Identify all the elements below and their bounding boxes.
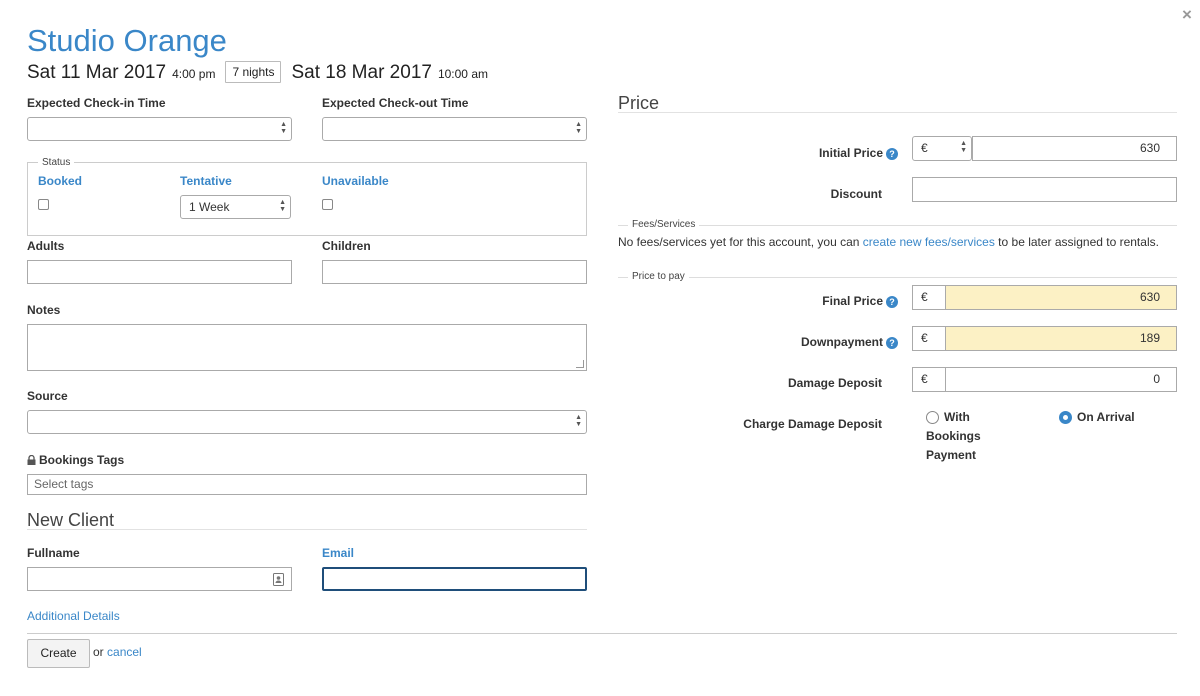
checkin-time: 4:00 pm: [172, 67, 216, 81]
price-to-pay-legend: Price to pay: [628, 271, 689, 282]
price-divider: [618, 112, 1177, 113]
children-label: Children: [322, 239, 371, 253]
final-price-input[interactable]: 630: [945, 285, 1177, 310]
close-icon[interactable]: ×: [1182, 6, 1192, 23]
select-arrows-icon: ▲ ▼: [960, 140, 967, 154]
select-arrows-icon: ▲ ▼: [575, 414, 582, 428]
initial-price-label: Initial Price: [818, 146, 883, 160]
currency-value: €: [921, 141, 928, 155]
notes-textarea[interactable]: [27, 324, 587, 371]
initial-price-label-row: Initial Price?: [700, 146, 898, 160]
footer-divider: [27, 633, 1177, 634]
children-input[interactable]: [322, 260, 587, 284]
radio-on-arrival[interactable]: [1059, 411, 1072, 424]
source-select[interactable]: ▲ ▼: [27, 410, 587, 434]
new-client-divider: [27, 529, 587, 530]
select-arrows-icon: ▲ ▼: [279, 199, 286, 213]
fees-text-after: to be later assigned to rentals.: [994, 235, 1159, 249]
fees-text-before: No fees/services yet for this account, y…: [618, 235, 863, 249]
final-price-label-row: Final Price?: [700, 294, 898, 308]
currency-addon: €: [912, 326, 946, 351]
cancel-link[interactable]: cancel: [107, 645, 142, 659]
booking-dates: Sat 11 Mar 2017 4:00 pm 7 nights Sat 18 …: [27, 61, 488, 88]
help-icon[interactable]: ?: [886, 295, 898, 308]
with-bookings-payment-label[interactable]: With Bookings Payment: [926, 408, 990, 465]
final-price-label: Final Price: [822, 294, 883, 308]
fees-legend: Fees/Services: [628, 219, 700, 230]
create-button[interactable]: Create: [27, 639, 90, 668]
currency-select[interactable]: € ▲ ▼: [912, 136, 972, 161]
status-booked-checkbox[interactable]: [38, 199, 49, 210]
rental-title: Studio Orange: [27, 23, 227, 58]
help-icon[interactable]: ?: [886, 147, 898, 160]
tags-label: Bookings Tags: [39, 453, 125, 467]
lock-icon: [27, 455, 36, 465]
fullname-input[interactable]: [27, 567, 292, 591]
damage-deposit-input[interactable]: 0: [945, 367, 1177, 392]
footer-actions: or cancel: [93, 645, 142, 659]
currency-addon: €: [912, 285, 946, 310]
status-booked-label: Booked: [38, 174, 83, 188]
help-icon[interactable]: ?: [886, 336, 898, 349]
fullname-label: Fullname: [27, 546, 80, 560]
status-tentative-label: Tentative: [180, 174, 232, 188]
expected-checkout-select[interactable]: ▲ ▼: [322, 117, 587, 141]
price-to-pay-divider: [618, 277, 1177, 278]
adults-label: Adults: [27, 239, 65, 253]
tentative-duration-value: 1 Week: [189, 200, 230, 214]
status-fieldset: Status: [27, 157, 587, 236]
tags-input[interactable]: Select tags: [27, 474, 587, 495]
source-label: Source: [27, 389, 68, 403]
downpayment-label: Downpayment: [800, 335, 883, 349]
checkout-date: Sat 18 Mar 2017: [291, 62, 432, 83]
expected-checkout-label: Expected Check-out Time: [322, 96, 469, 110]
currency-addon: €: [912, 367, 946, 392]
price-heading: Price: [618, 93, 660, 113]
downpayment-input[interactable]: 189: [945, 326, 1177, 351]
create-fees-link[interactable]: create new fees/services: [863, 235, 995, 249]
initial-price-input[interactable]: 630: [972, 136, 1177, 161]
nights-count: 7 nights: [225, 61, 282, 83]
additional-details-link[interactable]: Additional Details: [27, 609, 120, 623]
status-unavailable-label: Unavailable: [322, 174, 389, 188]
checkin-date: Sat 11 Mar 2017: [27, 62, 167, 83]
fees-message: No fees/services yet for this account, y…: [618, 233, 1163, 252]
fees-divider: [618, 225, 1177, 226]
discount-label: Discount: [830, 187, 882, 201]
tags-label-row: Bookings Tags: [27, 452, 124, 468]
on-arrival-label[interactable]: On Arrival: [1077, 408, 1135, 427]
status-legend: Status: [42, 157, 71, 168]
email-label: Email: [322, 546, 355, 560]
notes-label: Notes: [27, 303, 61, 317]
email-input[interactable]: [322, 567, 587, 591]
tentative-duration-select[interactable]: 1 Week ▲ ▼: [180, 195, 291, 219]
select-arrows-icon: ▲ ▼: [280, 121, 287, 135]
resize-handle-icon[interactable]: [576, 360, 584, 368]
charge-damage-deposit-label: Charge Damage Deposit: [743, 417, 882, 431]
or-text: or: [93, 645, 104, 659]
expected-checkin-select[interactable]: ▲ ▼: [27, 117, 292, 141]
damage-deposit-label: Damage Deposit: [787, 376, 882, 390]
checkout-time: 10:00 am: [437, 67, 488, 81]
new-client-heading: New Client: [27, 510, 115, 530]
expected-checkin-label: Expected Check-in Time: [27, 96, 166, 110]
adults-input[interactable]: [27, 260, 292, 284]
discount-input[interactable]: [912, 177, 1177, 202]
status-unavailable-checkbox[interactable]: [322, 199, 333, 210]
downpayment-label-row: Downpayment?: [700, 335, 898, 349]
contact-card-icon: [273, 573, 284, 586]
select-arrows-icon: ▲ ▼: [575, 121, 582, 135]
